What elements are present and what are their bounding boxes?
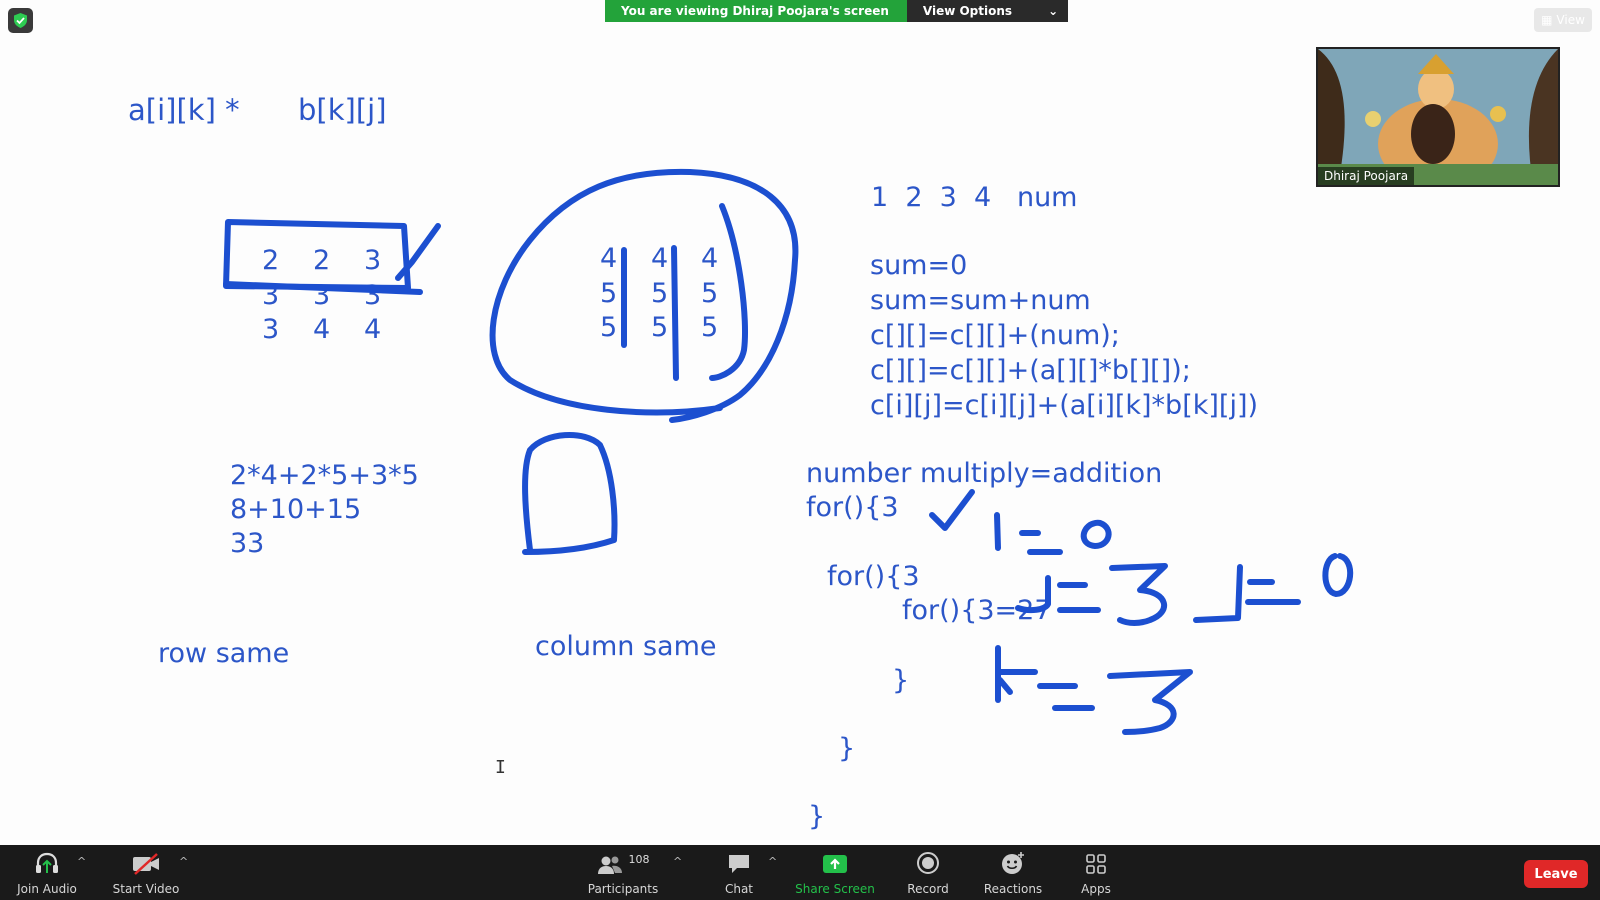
reactions-label: Reactions xyxy=(983,882,1043,896)
share-screen-icon xyxy=(823,855,847,873)
headphones-icon xyxy=(36,852,58,873)
start-video-label: Start Video xyxy=(112,882,180,896)
reactions-button[interactable]: Reactions xyxy=(984,845,1042,900)
start-video-button[interactable]: Start Video xyxy=(112,845,180,900)
record-label: Record xyxy=(907,882,949,896)
participants-button[interactable]: 108 Participants xyxy=(587,845,659,900)
share-screen-label: Share Screen xyxy=(795,882,875,896)
caret-up-icon[interactable]: ^ xyxy=(77,855,86,868)
leave-button[interactable]: Leave xyxy=(1524,860,1588,888)
participant-count: 108 xyxy=(628,853,650,866)
record-icon xyxy=(917,852,939,874)
chat-label: Chat xyxy=(724,882,754,896)
text-cursor-icon: I xyxy=(495,757,506,778)
video-off-icon xyxy=(133,853,159,875)
participants-label: Participants xyxy=(587,882,659,896)
apps-label: Apps xyxy=(1081,882,1111,896)
record-button[interactable]: Record xyxy=(906,845,950,900)
whiteboard-ink-drawing xyxy=(223,168,1354,735)
share-screen-button[interactable]: Share Screen xyxy=(795,845,875,900)
join-audio-label: Join Audio xyxy=(17,882,77,896)
chat-button[interactable]: Chat xyxy=(724,845,754,900)
apps-button[interactable]: Apps xyxy=(1080,845,1112,900)
apps-icon xyxy=(1086,854,1106,874)
caret-up-icon[interactable]: ^ xyxy=(768,855,777,868)
caret-up-icon[interactable]: ^ xyxy=(673,855,682,868)
reactions-icon xyxy=(1002,852,1024,874)
participants-icon xyxy=(597,856,622,874)
caret-up-icon[interactable]: ^ xyxy=(179,855,188,868)
meeting-toolbar: Join Audio ^ Start Video ^ 108 Participa… xyxy=(0,845,1600,900)
chat-icon xyxy=(729,855,749,873)
join-audio-button[interactable]: Join Audio xyxy=(16,845,78,900)
